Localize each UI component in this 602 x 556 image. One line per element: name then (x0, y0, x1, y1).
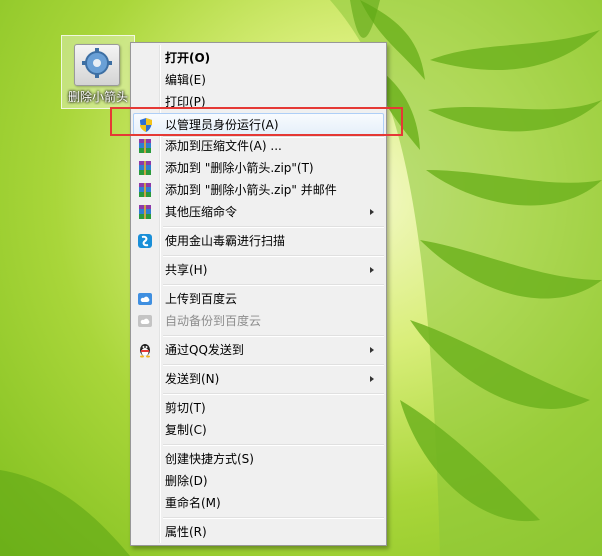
menu-item-add-to-zip-and-email[interactable]: 添加到 "删除小箭头.zip" 并邮件 (133, 179, 384, 201)
menu-item-edit[interactable]: 编辑(E) (133, 69, 384, 91)
menu-separator (163, 226, 384, 228)
qq-penguin-icon (140, 344, 150, 358)
menu-item-upload-baidu-cloud[interactable]: 上传到百度云 (133, 288, 384, 310)
menu-item-other-compress-commands[interactable]: 其他压缩命令 (133, 201, 384, 223)
winrar-icon (139, 161, 151, 175)
menu-separator (163, 284, 384, 286)
submenu-arrow-icon (370, 209, 374, 215)
desktop-icon-label: 删除小箭头 (67, 90, 128, 104)
menu-item-add-to-zip[interactable]: 添加到 "删除小箭头.zip"(T) (133, 157, 384, 179)
submenu-arrow-icon (370, 267, 374, 273)
menu-item-add-to-archive[interactable]: 添加到压缩文件(A) ... (133, 135, 384, 157)
menu-item-cut[interactable]: 剪切(T) (133, 397, 384, 419)
baidu-cloud-icon (138, 293, 152, 305)
submenu-arrow-icon (370, 347, 374, 353)
menu-separator (163, 517, 384, 519)
menu-item-send-via-qq[interactable]: 通过QQ发送到 (133, 339, 384, 361)
menu-item-share[interactable]: 共享(H) (133, 259, 384, 281)
menu-separator (163, 364, 384, 366)
annotation-highlight-box (110, 107, 403, 136)
menu-item-create-shortcut[interactable]: 创建快捷方式(S) (133, 448, 384, 470)
submenu-arrow-icon (370, 376, 374, 382)
menu-item-properties[interactable]: 属性(R) (133, 521, 384, 543)
menu-item-rename[interactable]: 重命名(M) (133, 492, 384, 514)
menu-separator (163, 393, 384, 395)
desktop-shortcut[interactable]: 删除小箭头 (61, 35, 135, 109)
menu-item-kingsoft-scan[interactable]: 使用金山毒霸进行扫描 (133, 230, 384, 252)
kingsoft-antivirus-icon (138, 234, 152, 248)
menu-separator (163, 444, 384, 446)
menu-item-copy[interactable]: 复制(C) (133, 419, 384, 441)
menu-item-auto-backup-baidu-cloud: 自动备份到百度云 (133, 310, 384, 332)
menu-item-send-to[interactable]: 发送到(N) (133, 368, 384, 390)
menu-separator (163, 255, 384, 257)
menu-item-delete[interactable]: 删除(D) (133, 470, 384, 492)
winrar-icon (139, 183, 151, 197)
menu-separator (163, 335, 384, 337)
menu-item-open[interactable]: 打开(O) (133, 47, 384, 69)
settings-gear-icon (74, 44, 120, 86)
baidu-cloud-icon (138, 315, 152, 327)
winrar-icon (139, 139, 151, 153)
winrar-icon (139, 205, 151, 219)
